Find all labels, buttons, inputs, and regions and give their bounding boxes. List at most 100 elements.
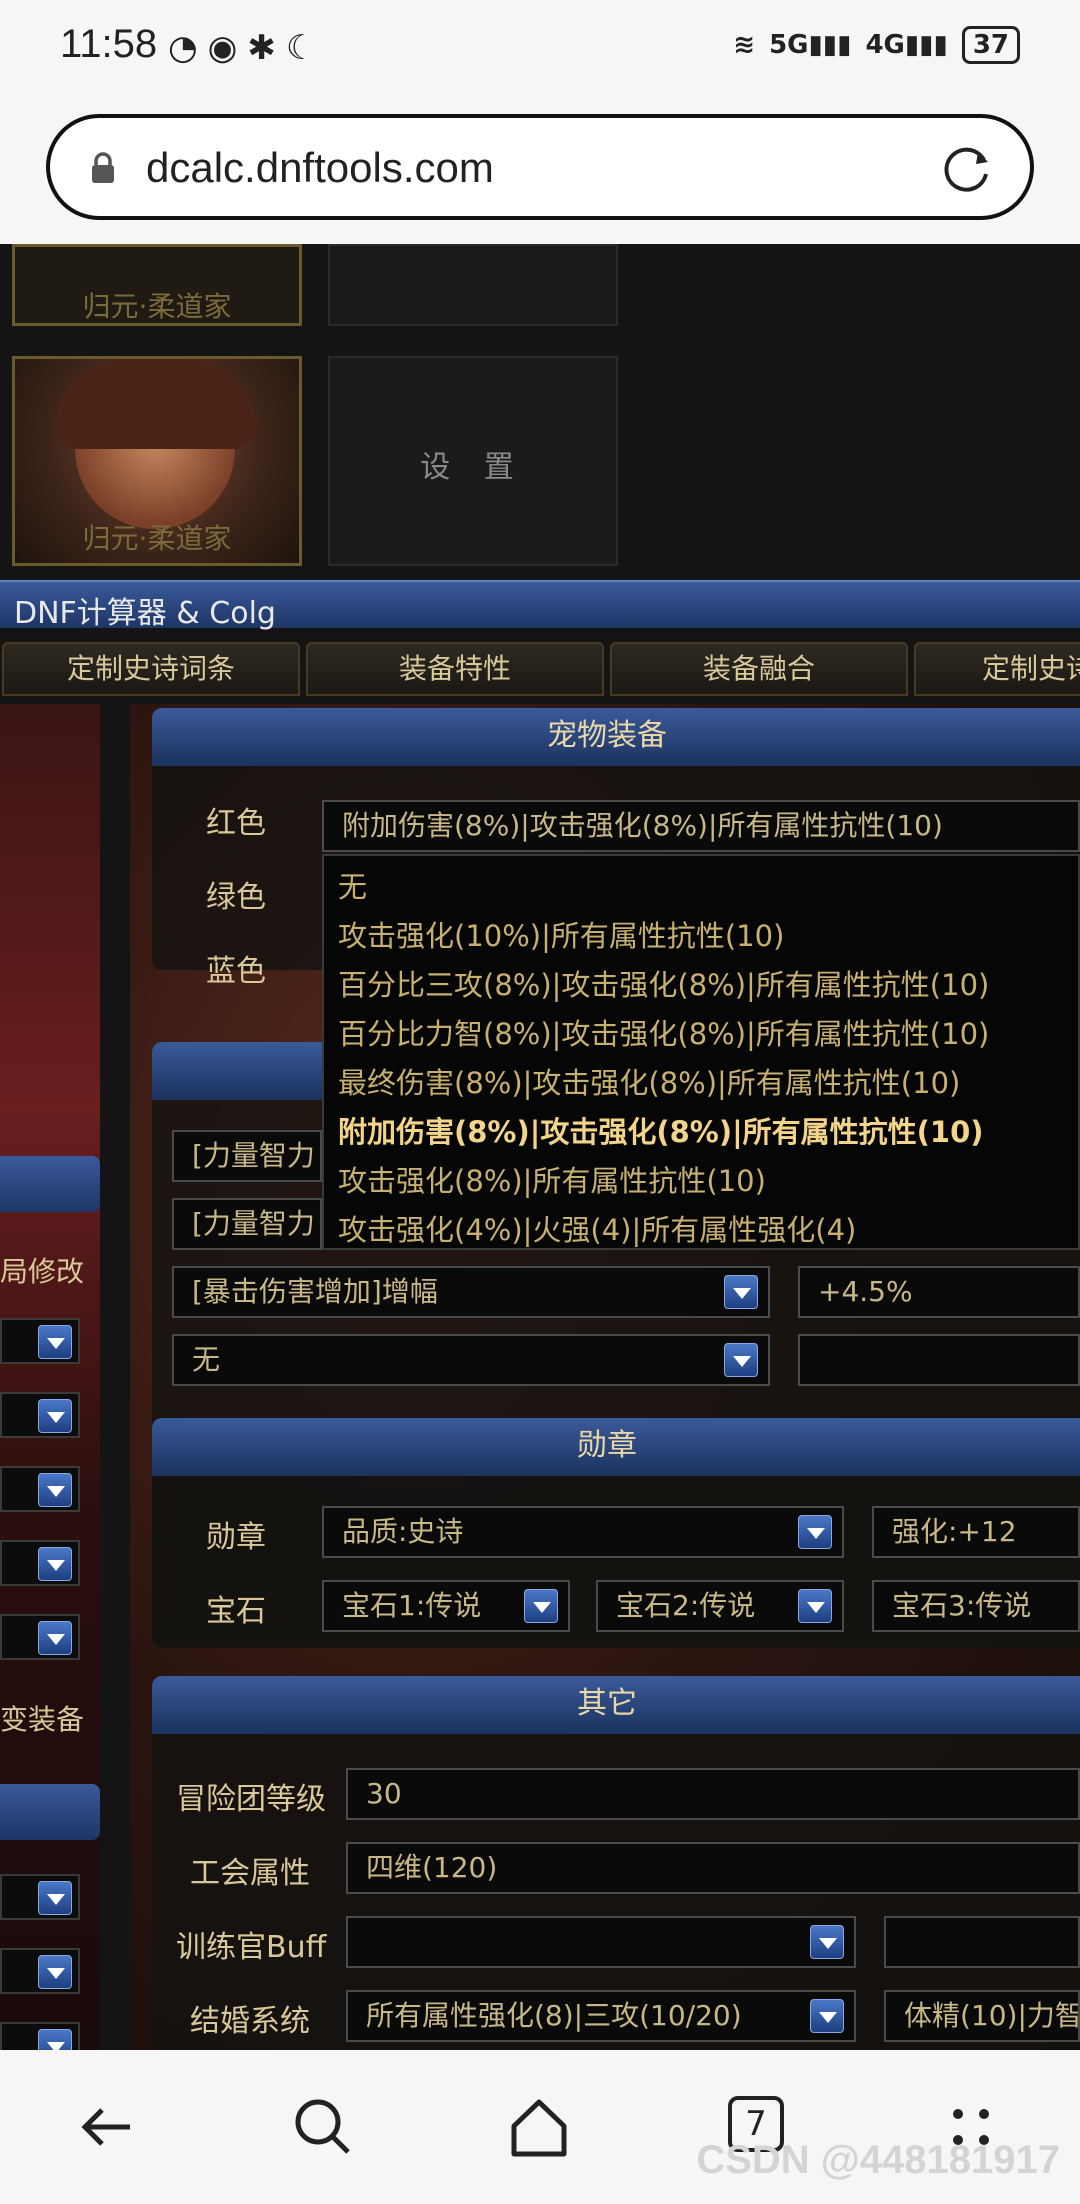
- dropdown-option[interactable]: 攻击强化(8%)|所有属性抗性(10): [338, 1158, 766, 1200]
- status-icons-right: ≋ 5G▮▮▮ 4G▮▮▮ 37: [733, 26, 1020, 64]
- trainer-buff-extra[interactable]: [884, 1916, 1080, 1968]
- character-name: 归元·柔道家: [82, 290, 232, 323]
- label-green: 绿色: [206, 880, 266, 915]
- buff-select[interactable]: [力量智力: [172, 1198, 322, 1250]
- app-title-bar: DNF计算器 & Colg: [0, 580, 1080, 631]
- left-select[interactable]: [0, 1466, 80, 1512]
- left-panel-header: [0, 1156, 100, 1212]
- gem2-value: 宝石2:传说: [616, 1589, 756, 1622]
- signal-4g-icon: 4G▮▮▮: [865, 30, 948, 60]
- character-name: 归元·柔道家: [82, 522, 232, 555]
- status-bar: 11:58 ◔ ◉ ✱ ☾ ≋ 5G▮▮▮ 4G▮▮▮ 37: [0, 0, 1080, 96]
- buff-amount-field[interactable]: [798, 1334, 1080, 1386]
- adventure-level-input[interactable]: 30: [346, 1768, 1080, 1820]
- medal-quality-value: 品质:史诗: [342, 1515, 464, 1548]
- buff-select-value: 无: [192, 1343, 221, 1376]
- chevron-down-icon: [38, 1955, 72, 1989]
- browser-toolbar: dcalc.dnftools.com: [0, 96, 1080, 244]
- home-icon[interactable]: [504, 2092, 574, 2162]
- dropdown-option[interactable]: 百分比三攻(8%)|攻击强化(8%)|所有属性抗性(10): [338, 962, 989, 1004]
- left-select[interactable]: [0, 1874, 80, 1920]
- search-icon[interactable]: [288, 2092, 358, 2162]
- label-blue: 蓝色: [206, 954, 266, 989]
- section-title: 宠物装备: [152, 708, 1080, 766]
- red-pet-select[interactable]: 附加伤害(8%)|攻击强化(8%)|所有属性抗性(10): [322, 800, 1080, 852]
- url-text: dcalc.dnftools.com: [146, 144, 494, 191]
- chevron-down-icon: [38, 1399, 72, 1433]
- address-bar[interactable]: dcalc.dnftools.com: [46, 114, 1034, 220]
- dropdown-option[interactable]: 百分比力智(8%)|攻击强化(8%)|所有属性抗性(10): [338, 1011, 989, 1053]
- chevron-down-icon: [38, 1473, 72, 1507]
- empty-slot-top: [328, 244, 618, 326]
- left-select[interactable]: [0, 1948, 80, 1994]
- gem1-value: 宝石1:传说: [342, 1589, 482, 1622]
- browser-nav-bar: 7 CSDN @448181917: [0, 2050, 1080, 2204]
- left-select[interactable]: [0, 1392, 80, 1438]
- label-adventure-level: 冒险团等级: [176, 1782, 326, 1817]
- dropdown-option[interactable]: 攻击强化(10%)|所有属性抗性(10): [338, 913, 784, 955]
- buff-select[interactable]: [暴击伤害增加]增幅: [172, 1266, 770, 1318]
- marriage-select[interactable]: 所有属性强化(8)|三攻(10/20): [346, 1990, 856, 2042]
- medal-quality-select[interactable]: 品质:史诗: [322, 1506, 844, 1558]
- tab-equipment-traits[interactable]: 装备特性: [306, 642, 604, 696]
- chevron-down-icon: [38, 1621, 72, 1655]
- left-select[interactable]: [0, 1614, 80, 1660]
- guild-select[interactable]: 四维(120): [346, 1842, 1080, 1894]
- back-icon[interactable]: [72, 2092, 142, 2162]
- chevron-down-icon: [810, 1925, 844, 1959]
- speedometer-icon: ◔: [168, 28, 198, 68]
- tab-custom-epic-entry[interactable]: 定制史诗词条: [2, 642, 300, 696]
- pet-dropdown-list: 无 攻击强化(10%)|所有属性抗性(10) 百分比三攻(8%)|攻击强化(8%…: [322, 854, 1080, 1250]
- label-medal: 勋章: [206, 1520, 266, 1555]
- dropdown-option[interactable]: 最终伤害(8%)|攻击强化(8%)|所有属性抗性(10): [338, 1060, 960, 1102]
- chevron-down-icon: [38, 1881, 72, 1915]
- label-trainer-buff: 训练官Buff: [176, 1930, 327, 1965]
- gem3-select[interactable]: 宝石3:传说: [872, 1580, 1080, 1632]
- signal-5g-icon: 5G▮▮▮: [769, 30, 852, 60]
- marriage-extra-select[interactable]: 体精(10)|力智: [884, 1990, 1080, 2042]
- tab-custom-epic[interactable]: 定制史诗: [914, 642, 1080, 696]
- left-select[interactable]: [0, 1540, 80, 1586]
- gem2-select[interactable]: 宝石2:传说: [596, 1580, 844, 1632]
- gem1-select[interactable]: 宝石1:传说: [322, 1580, 570, 1632]
- lock-icon: [92, 152, 114, 183]
- chevron-down-icon: [798, 1515, 832, 1549]
- reload-icon[interactable]: [940, 142, 994, 196]
- left-select[interactable]: [0, 2022, 80, 2050]
- tab-equipment-fusion[interactable]: 装备融合: [610, 642, 908, 696]
- section-title: 勋章: [152, 1418, 1080, 1476]
- left-panel-background: [0, 704, 100, 2050]
- eye-icon: ◉: [207, 28, 238, 68]
- character-card[interactable]: 归元·柔道家: [12, 356, 302, 566]
- character-card-top[interactable]: 归元·柔道家: [12, 244, 302, 326]
- label-guild: 工会属性: [190, 1856, 310, 1891]
- wifi-icon: ≋: [733, 30, 756, 60]
- buff-select-value: [暴击伤害增加]增幅: [192, 1275, 438, 1308]
- buff-select[interactable]: [力量智力: [172, 1130, 322, 1182]
- bluetooth-icon: ✱: [247, 28, 276, 68]
- buff-select[interactable]: 无: [172, 1334, 770, 1386]
- left-panel-header: [0, 1784, 100, 1840]
- chevron-down-icon: [724, 1343, 758, 1377]
- chevron-down-icon: [798, 1589, 832, 1623]
- chevron-down-icon: [724, 1275, 758, 1309]
- left-select[interactable]: [0, 1318, 80, 1364]
- settings-button[interactable]: 设 置: [328, 356, 618, 566]
- dropdown-option[interactable]: 攻击强化(4%)|火强(4)|所有属性强化(4): [338, 1207, 856, 1249]
- left-panel-text: 变装备: [0, 1703, 85, 1736]
- chevron-down-icon: [810, 1999, 844, 2033]
- web-page: 归元·柔道家 归元·柔道家 设 置 DNF计算器 & Colg 定制史诗词条 装…: [0, 244, 1080, 2050]
- medal-enhance-select[interactable]: 强化:+12: [872, 1506, 1080, 1558]
- app-title: DNF计算器 & Colg: [14, 596, 276, 631]
- buff-amount-field[interactable]: +4.5%: [798, 1266, 1080, 1318]
- settings-label: 设 置: [420, 450, 526, 485]
- dropdown-option-selected[interactable]: 附加伤害(8%)|攻击强化(8%)|所有属性抗性(10): [338, 1109, 984, 1151]
- label-red: 红色: [206, 806, 266, 841]
- dropdown-option[interactable]: 无: [338, 864, 367, 906]
- character-hair: [55, 359, 255, 449]
- left-panel-text: 局修改: [0, 1255, 85, 1288]
- trainer-buff-select[interactable]: [346, 1916, 856, 1968]
- chevron-down-icon: [38, 1325, 72, 1359]
- battery-icon: 37: [961, 26, 1020, 64]
- chevron-down-icon: [38, 1547, 72, 1581]
